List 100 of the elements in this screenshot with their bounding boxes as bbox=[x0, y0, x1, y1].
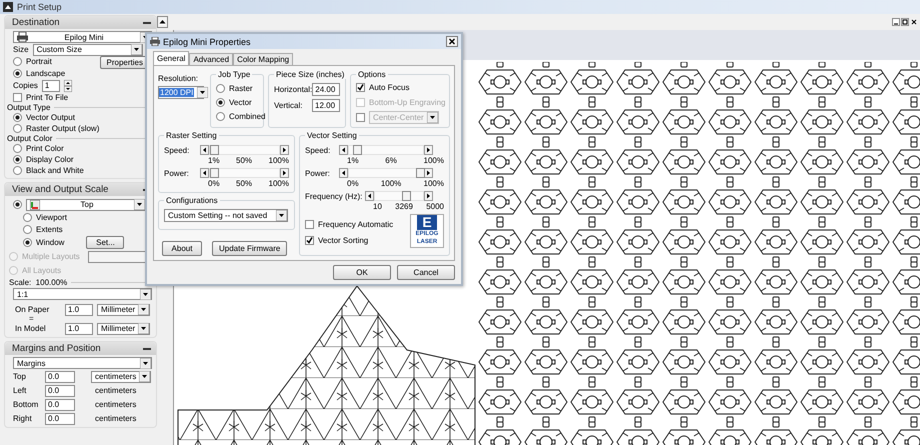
radio-button[interactable] bbox=[13, 200, 22, 209]
field-label: Copies bbox=[13, 81, 38, 90]
slider-thumb[interactable] bbox=[353, 145, 362, 155]
group-title: Job Type bbox=[217, 70, 252, 79]
group-label: Output Type bbox=[7, 103, 50, 112]
dropdown-arrow-icon bbox=[426, 112, 438, 122]
text-field[interactable]: 0.0 bbox=[45, 384, 75, 396]
slider-thumb[interactable] bbox=[402, 191, 411, 201]
tick-label: 50% bbox=[236, 156, 252, 165]
text-field[interactable]: 0.0 bbox=[45, 398, 75, 410]
right-arrow-icon bbox=[280, 145, 289, 155]
right-arrow-icon bbox=[424, 191, 433, 201]
unit-label: centimeters bbox=[94, 386, 136, 395]
group-title: Vector Setting bbox=[306, 131, 358, 140]
radio-label: Portrait bbox=[26, 57, 52, 66]
update-firmware-button[interactable]: Update Firmware bbox=[212, 241, 287, 256]
dropdown[interactable]: Custom Size bbox=[32, 44, 143, 56]
text-field[interactable]: 0.0 bbox=[45, 412, 75, 424]
checkbox[interactable] bbox=[356, 82, 365, 92]
unit-label: centimeters bbox=[94, 400, 136, 409]
radio-label: Vector bbox=[229, 98, 252, 106]
group-title: Configurations bbox=[165, 196, 219, 205]
right-arrow-icon bbox=[280, 168, 289, 178]
cancel-button[interactable]: Cancel bbox=[397, 265, 455, 280]
slider-thumb[interactable] bbox=[210, 168, 219, 178]
close-icon bbox=[910, 18, 918, 26]
radio-label: Print Color bbox=[26, 144, 64, 153]
right-arrow-icon bbox=[424, 145, 433, 155]
radio-label: Viewport bbox=[36, 213, 67, 222]
radio-label: Extents bbox=[36, 225, 63, 234]
checkbox-label: Print To File bbox=[26, 93, 68, 102]
radio-button[interactable] bbox=[13, 155, 22, 164]
radio-button[interactable] bbox=[13, 144, 22, 153]
radio-button[interactable] bbox=[216, 84, 225, 92]
radio-label: Multiple Layouts bbox=[22, 252, 80, 261]
checkbox-label: Vector Sorting bbox=[318, 236, 368, 244]
checkbox[interactable] bbox=[305, 236, 314, 244]
radio-button[interactable] bbox=[216, 112, 225, 120]
tab[interactable]: Advanced bbox=[189, 53, 234, 65]
tick-label: 100% bbox=[268, 179, 289, 188]
checkbox[interactable] bbox=[305, 220, 314, 228]
tick-label: 100% bbox=[380, 179, 402, 188]
slider-label: Frequency (Hz): bbox=[305, 192, 364, 200]
set-button[interactable]: Set... bbox=[86, 236, 124, 249]
checkbox[interactable] bbox=[13, 93, 22, 102]
field-label: Size bbox=[13, 45, 29, 54]
slider[interactable] bbox=[348, 168, 424, 178]
field-label: Top bbox=[13, 372, 27, 381]
equals-sign: = bbox=[28, 316, 35, 322]
slider[interactable] bbox=[374, 191, 424, 201]
field-label: Bottom bbox=[13, 400, 40, 409]
close-icon bbox=[446, 36, 458, 47]
field-label: Right bbox=[13, 414, 33, 423]
dropdown[interactable]: Epilog Mini bbox=[13, 31, 152, 43]
ok-button[interactable]: OK bbox=[333, 265, 391, 280]
text-field[interactable]: 0.0 bbox=[45, 370, 75, 382]
radio-button[interactable] bbox=[13, 57, 22, 66]
maximize-icon bbox=[901, 18, 909, 26]
scale-label: Scale: 100.00% bbox=[9, 278, 68, 287]
dropdown[interactable]: Millimeter bbox=[97, 322, 150, 334]
dropdown[interactable]: centimeters bbox=[91, 370, 152, 382]
field-label: Horizontal: bbox=[274, 84, 312, 94]
slider[interactable] bbox=[208, 145, 280, 155]
slider[interactable] bbox=[208, 168, 280, 178]
tab[interactable]: General bbox=[153, 51, 190, 65]
radio-button[interactable] bbox=[216, 98, 225, 106]
checkbox-label: Auto Focus bbox=[369, 82, 410, 92]
radio-button[interactable] bbox=[23, 238, 32, 247]
section-title: View and Output Scale bbox=[12, 184, 108, 195]
about-button[interactable]: About bbox=[162, 241, 202, 256]
text-field[interactable]: 1.0 bbox=[65, 322, 93, 334]
radio-label: Window bbox=[36, 238, 64, 247]
text-field[interactable]: 12.00 bbox=[312, 98, 340, 112]
text-field[interactable]: 24.00 bbox=[312, 82, 340, 96]
text-field[interactable]: 1 bbox=[42, 80, 60, 92]
left-arrow-icon bbox=[339, 145, 348, 155]
app-icon bbox=[3, 2, 13, 12]
field-label: Resolution: bbox=[158, 74, 200, 83]
slider-thumb[interactable] bbox=[210, 145, 219, 155]
radio-button[interactable] bbox=[13, 166, 22, 175]
dropdown-arrow-icon bbox=[130, 44, 142, 55]
dropdown-arrow-icon bbox=[276, 210, 287, 221]
dropdown[interactable]: Top bbox=[26, 198, 146, 210]
radio-label: Raster Output (slow) bbox=[26, 124, 100, 133]
dropdown[interactable]: Millimeter bbox=[97, 304, 150, 316]
window-title: Print Setup bbox=[17, 2, 62, 12]
tab[interactable]: Color Mapping bbox=[233, 53, 294, 65]
slider-thumb[interactable] bbox=[416, 168, 425, 178]
radio-button[interactable] bbox=[13, 124, 22, 133]
slider-label: Speed: bbox=[164, 146, 190, 154]
radio-button[interactable] bbox=[23, 225, 32, 234]
dropdown[interactable]: Margins bbox=[13, 357, 152, 369]
text-field[interactable]: 1.0 bbox=[65, 304, 93, 316]
radio-button[interactable] bbox=[13, 113, 22, 122]
checkbox-label: Frequency Automatic bbox=[318, 220, 394, 228]
dropdown[interactable]: 1:1 bbox=[13, 288, 152, 300]
radio-button[interactable] bbox=[13, 69, 22, 78]
dropdown[interactable]: Custom Setting -- not saved bbox=[164, 209, 288, 222]
slider[interactable] bbox=[348, 145, 424, 155]
radio-button[interactable] bbox=[23, 213, 32, 222]
